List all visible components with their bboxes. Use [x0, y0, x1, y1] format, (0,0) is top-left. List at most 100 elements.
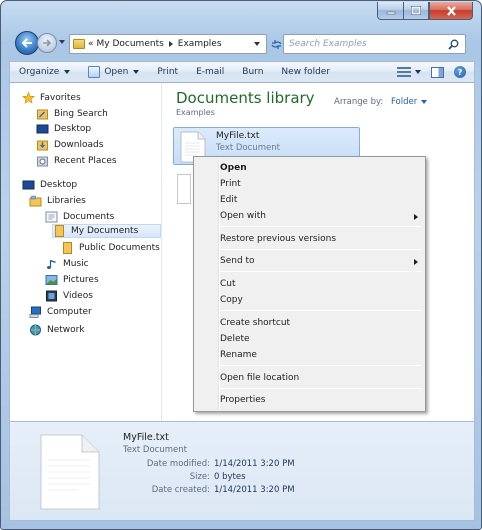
desktop-icon — [36, 124, 49, 134]
nav-network[interactable]: Network — [29, 323, 85, 337]
nav-libraries-label: Libraries — [47, 196, 86, 206]
nav-pictures[interactable]: Pictures — [45, 273, 99, 287]
nav-desktop[interactable]: Desktop — [22, 178, 77, 192]
recent-pages-dropdown[interactable] — [59, 40, 65, 44]
nav-desktop-label: Desktop — [40, 180, 78, 190]
chevron-down-icon — [64, 70, 71, 74]
menu-item-print[interactable]: Print — [220, 177, 241, 191]
nav-libraries[interactable]: Libraries — [29, 194, 86, 208]
documents-library-icon — [45, 211, 58, 223]
open-button[interactable]: Open — [79, 62, 148, 82]
videos-icon — [46, 290, 57, 302]
nav-documents[interactable]: Documents — [45, 210, 114, 224]
menu-item-rename[interactable]: Rename — [220, 348, 257, 362]
open-label: Open — [104, 67, 129, 77]
menu-item-create-shortcut[interactable]: Create shortcut — [220, 316, 290, 330]
nav-my-documents-label: My Documents — [71, 226, 139, 236]
nav-public-documents-label: Public Documents — [79, 243, 160, 253]
nav-videos-label: Videos — [63, 291, 93, 301]
nav-bing-search-label: Bing Search — [54, 109, 108, 119]
network-icon — [30, 324, 41, 336]
desktop-icon — [22, 180, 35, 190]
nav-music[interactable]: Music — [45, 257, 89, 271]
computer-icon — [29, 306, 41, 318]
date-created-label: Date created: — [151, 485, 210, 495]
help-icon[interactable]: ? — [454, 66, 466, 78]
minimize-button[interactable] — [377, 2, 403, 20]
pictures-icon — [45, 275, 58, 285]
maximize-button[interactable] — [403, 2, 429, 20]
organize-label: Organize — [19, 67, 60, 77]
open-app-icon — [88, 66, 101, 78]
nav-computer[interactable]: Computer — [29, 305, 92, 319]
menu-item-properties[interactable]: Properties — [220, 393, 265, 407]
caption-buttons — [377, 2, 473, 20]
search-box[interactable] — [283, 34, 466, 54]
menu-separator — [220, 271, 422, 272]
nav-recent-places[interactable]: Recent Places — [36, 154, 117, 168]
nav-videos[interactable]: Videos — [45, 289, 93, 303]
search-input[interactable] — [289, 39, 444, 49]
email-button[interactable]: E-mail — [187, 62, 233, 82]
libraries-icon — [29, 195, 42, 207]
menu-item-open[interactable]: Open — [220, 161, 247, 175]
menu-item-open-file-location[interactable]: Open file location — [220, 371, 299, 385]
folder-icon — [73, 39, 85, 49]
menu-separator — [220, 310, 422, 311]
folder-icon — [55, 225, 64, 237]
nav-pictures-label: Pictures — [63, 275, 99, 285]
nav-favorites[interactable]: Favorites — [22, 91, 81, 105]
recent-places-icon — [37, 156, 48, 167]
forward-button[interactable] — [37, 33, 57, 53]
menu-item-copy[interactable]: Copy — [220, 293, 243, 307]
breadcrumb-my-documents[interactable]: My Documents — [97, 39, 164, 49]
chevron-down-icon[interactable] — [254, 42, 260, 46]
menu-item-restore-previous-versions[interactable]: Restore previous versions — [220, 232, 336, 246]
menu-item-send-to[interactable]: Send to — [220, 254, 255, 268]
change-view-button[interactable] — [397, 67, 421, 77]
refresh-button[interactable] — [269, 34, 283, 54]
library-title: Documents library — [176, 89, 315, 107]
burn-button[interactable]: Burn — [233, 62, 272, 82]
size-label: Size: — [189, 472, 210, 482]
arrange-by-dropdown[interactable]: Folder — [391, 97, 428, 107]
chevron-down-icon — [421, 99, 428, 104]
nav-desktop-favorite[interactable]: Desktop — [36, 122, 91, 136]
details-file-type: Text Document — [123, 445, 187, 455]
nav-computer-label: Computer — [47, 307, 92, 317]
breadcrumb-examples[interactable]: Examples — [178, 39, 222, 49]
date-created-value: 1/14/2011 3:20 PM — [214, 485, 295, 495]
menu-item-delete[interactable]: Delete — [220, 332, 250, 346]
new-folder-button[interactable]: New folder — [272, 62, 339, 82]
refresh-icon — [270, 39, 282, 49]
menu-item-open-with[interactable]: Open with — [220, 209, 266, 223]
print-button[interactable]: Print — [148, 62, 187, 82]
address-bar[interactable]: « My Documents Examples — [69, 34, 267, 54]
command-bar-right: ? — [397, 66, 474, 78]
close-button[interactable] — [429, 2, 473, 20]
back-arrow-icon — [21, 38, 32, 48]
menu-item-cut[interactable]: Cut — [220, 277, 236, 291]
navigation-pane[interactable]: Favorites Bing Search Desktop Downloads … — [10, 83, 162, 421]
menu-item-edit[interactable]: Edit — [220, 193, 237, 207]
submenu-arrow-icon — [414, 259, 418, 265]
nav-recent-places-label: Recent Places — [54, 156, 117, 166]
downloads-icon — [37, 140, 48, 151]
explorer-window: « My Documents Examples Organize Open Pr… — [0, 0, 482, 530]
nav-documents-label: Documents — [63, 212, 115, 222]
back-button[interactable] — [15, 31, 39, 55]
preview-pane-icon[interactable] — [431, 66, 444, 78]
date-modified-label: Date modified: — [146, 459, 210, 469]
chevron-right-icon[interactable] — [168, 41, 173, 47]
nav-downloads[interactable]: Downloads — [36, 138, 103, 152]
breadcrumb-overflow[interactable]: « — [88, 39, 94, 49]
nav-public-documents[interactable]: Public Documents — [61, 241, 160, 255]
partial-file-item[interactable] — [177, 174, 191, 204]
forward-arrow-icon — [43, 39, 52, 47]
nav-bing-search[interactable]: Bing Search — [36, 107, 108, 121]
details-pane: MyFile.txt Text Document Date modified: … — [9, 421, 475, 521]
nav-my-documents[interactable]: My Documents — [52, 224, 162, 238]
organize-button[interactable]: Organize — [10, 62, 79, 82]
date-modified-value: 1/14/2011 3:20 PM — [214, 459, 295, 469]
nav-favorites-label: Favorites — [40, 93, 81, 103]
